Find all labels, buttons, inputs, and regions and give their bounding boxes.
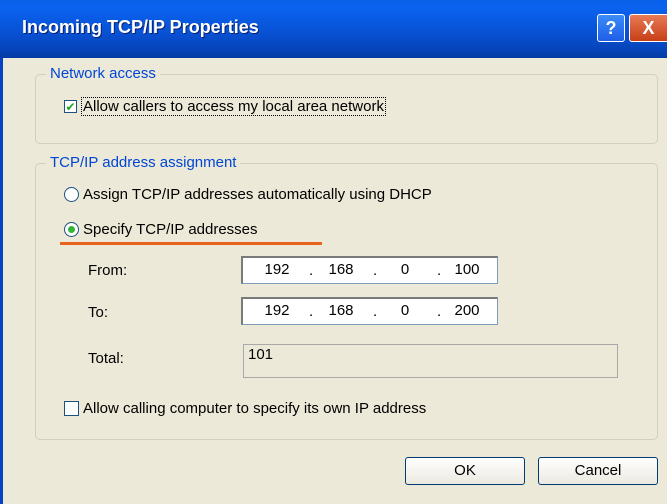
from-octet-3: 0 [400, 261, 410, 278]
to-ip-field[interactable]: 192 . 168 . 0 . 200 [241, 297, 498, 325]
specify-radio-label: Specify TCP/IP addresses [83, 221, 258, 238]
annotation-underline [60, 242, 322, 245]
allow-specify-ip-checkbox[interactable]: Allow calling computer to specify its ow… [64, 400, 426, 417]
network-access-legend: Network access [46, 65, 160, 82]
dhcp-radio[interactable]: Assign TCP/IP addresses automatically us… [64, 186, 432, 203]
help-icon: ? [605, 18, 617, 38]
from-octet-1: 192 [264, 261, 290, 278]
window-title: Incoming TCP/IP Properties [22, 17, 259, 37]
allow-specify-ip-label: Allow calling computer to specify its ow… [83, 400, 427, 417]
tcpip-assignment-legend: TCP/IP address assignment [46, 154, 241, 171]
total-field: 101 [243, 344, 618, 378]
checkbox-unchecked-icon [64, 401, 79, 416]
from-octet-2: 168 [328, 261, 354, 278]
to-octet-2: 168 [328, 302, 354, 319]
allow-callers-checkbox[interactable]: ✔ Allow callers to access my local area … [64, 97, 386, 116]
cancel-button[interactable]: Cancel [538, 457, 658, 485]
allow-callers-label: Allow callers to access my local area ne… [81, 97, 386, 116]
from-ip-field[interactable]: 192 . 168 . 0 . 100 [241, 256, 498, 284]
to-octet-3: 0 [400, 302, 410, 319]
to-octet-4: 200 [454, 302, 480, 319]
ok-button[interactable]: OK [405, 457, 525, 485]
from-octet-4: 100 [454, 261, 480, 278]
total-label: Total: [88, 350, 124, 367]
radio-unselected-icon [64, 187, 79, 202]
checkbox-checked-icon: ✔ [64, 99, 77, 114]
total-value: 101 [248, 346, 274, 363]
close-button[interactable]: X [629, 14, 667, 42]
to-label: To: [88, 304, 109, 321]
help-button[interactable]: ? [597, 14, 625, 42]
to-octet-1: 192 [264, 302, 290, 319]
radio-selected-icon [64, 222, 79, 237]
specify-radio[interactable]: Specify TCP/IP addresses [64, 221, 258, 238]
close-icon: X [642, 18, 655, 38]
from-label: From: [88, 262, 128, 279]
title-bar: Incoming TCP/IP Properties ? X [0, 0, 667, 58]
dhcp-radio-label: Assign TCP/IP addresses automatically us… [83, 186, 432, 203]
